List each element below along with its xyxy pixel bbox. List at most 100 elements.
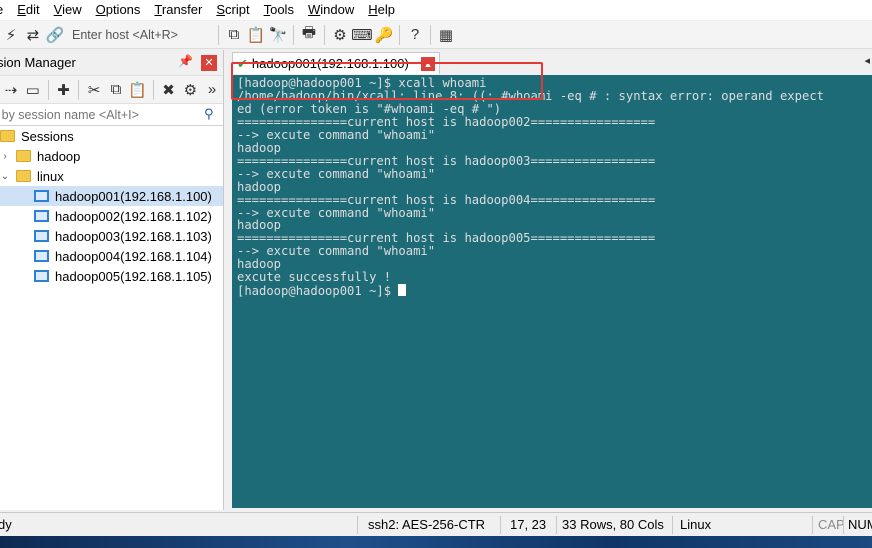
menu-file[interactable]: e [0, 0, 11, 20]
session-filter-input[interactable] [0, 107, 194, 122]
menu-edit[interactable]: Edit [11, 0, 47, 20]
status-divider [812, 516, 813, 534]
desktop-taskbar-strip [0, 536, 872, 548]
menu-script[interactable]: Script [210, 0, 257, 20]
toolbar-divider [399, 24, 400, 45]
menu-window[interactable]: Window [302, 0, 362, 20]
session-filter: ⚲ [0, 104, 223, 126]
add-icon[interactable]: ✚ [53, 79, 75, 101]
sftp-icon[interactable]: ▦ [435, 24, 457, 46]
menu-transfer[interactable]: Transfer [148, 0, 210, 20]
tree-item-label: hadoop002(192.168.1.102) [55, 208, 212, 224]
terminal-line: [hadoop@hadoop001 ~]$ xcall whoami [237, 76, 487, 90]
pin-icon[interactable]: 📌 [178, 54, 193, 68]
folder-icon [16, 150, 31, 162]
status-terminal-type: Linux [680, 517, 712, 532]
status-divider [556, 516, 557, 534]
tree-item-label: Sessions [21, 128, 74, 144]
help-icon[interactable]: ? [404, 24, 426, 46]
toolbar-divider [78, 79, 80, 100]
tab-icon[interactable]: ▭ [22, 79, 44, 101]
overflow-icon[interactable]: » [201, 79, 223, 101]
terminal-cursor [398, 284, 407, 297]
terminal-line: excute successfully ! [237, 270, 392, 285]
terminal-prompt: [hadoop@hadoop001 ~]$ [237, 284, 399, 299]
terminal-screen[interactable]: [hadoop@hadoop001 ~]$ xcall whoami /home… [232, 75, 872, 508]
terminal-line: --> excute command "whoami" [237, 127, 436, 142]
terminal-line: ed (error token is "#whoami -eq # ") [237, 101, 502, 116]
search-icon[interactable]: ⚲ [204, 106, 214, 122]
connected-check-icon: ✔ [237, 55, 248, 71]
toolbar-divider [293, 24, 294, 45]
status-divider [500, 516, 501, 534]
terminal-line: ===============current host is hadoop002… [237, 114, 656, 129]
menu-view[interactable]: View [48, 0, 90, 20]
lightning-icon[interactable]: ⚡ [0, 24, 22, 46]
session-manager-panel: sion Manager 📌 ✕ ⇢ ▭ ✚ ✂ ⧉ 📋 ✖ ⚙ » ⚲ Ses… [0, 50, 224, 510]
menu-tools[interactable]: Tools [258, 0, 302, 20]
copy-icon[interactable]: ⧉ [105, 79, 127, 101]
main-toolbar: ⚡ ⇄ 🔗 Enter host <Alt+R> ⧉ 📋 🔭 🖶 ⚙ ⌨ 🔑 ?… [0, 21, 872, 49]
status-cursor-position: 17, 23 [510, 517, 547, 532]
toolbar-divider [47, 79, 49, 100]
computer-icon [34, 270, 49, 282]
tree-item-label: hadoop [37, 148, 81, 164]
tab-hadoop001[interactable]: ✔ hadoop001(192.168.1.100) ▲ [232, 52, 440, 74]
terminal-line: ===============current host is hadoop004… [237, 192, 656, 207]
toolbar-divider [324, 24, 325, 45]
find-icon[interactable]: 🔭 [267, 24, 289, 46]
session-tab-bar: ✔ hadoop001(192.168.1.100) ▲ ◂ [232, 50, 872, 74]
key-icon[interactable]: 🔑 [373, 24, 395, 46]
menu-options[interactable]: Options [90, 0, 149, 20]
terminal-line: hadoop [237, 140, 282, 155]
tree-item-sessions[interactable]: Sessions [0, 126, 223, 146]
toolbar-divider [430, 24, 431, 45]
chevron-right-icon[interactable]: › [0, 151, 10, 162]
tree-item-label: hadoop003(192.168.1.103) [55, 228, 212, 244]
settings-icon[interactable]: ⚙ [329, 24, 351, 46]
copy-icon[interactable]: ⧉ [223, 24, 245, 46]
tree-item-label: linux [37, 168, 64, 184]
tree-item-label: hadoop005(192.168.1.105) [55, 268, 212, 284]
tab-scroll-left-icon[interactable]: ◂ [864, 54, 870, 67]
menu-bar: e Edit View Options Transfer Script Tool… [0, 0, 872, 20]
paste-icon[interactable]: 📋 [245, 24, 267, 46]
connect-icon[interactable]: ⇢ [0, 79, 22, 101]
tree-item-session[interactable]: hadoop005(192.168.1.105) [0, 266, 223, 286]
tree-item-session[interactable]: hadoop001(192.168.1.100) [0, 186, 223, 206]
terminal-prompt-line: [hadoop@hadoop001 ~]$ [237, 284, 872, 298]
chevron-down-icon[interactable]: ⌄ [0, 171, 10, 182]
tree-item-session[interactable]: hadoop002(192.168.1.102) [0, 206, 223, 226]
terminal-line: --> excute command "whoami" [237, 166, 436, 181]
tree-item-session[interactable]: hadoop003(192.168.1.103) [0, 226, 223, 246]
toolbar-divider [218, 24, 219, 45]
link-icon[interactable]: 🔗 [44, 24, 66, 46]
folder-icon [16, 170, 31, 182]
status-bar: dy ssh2: AES-256-CTR 17, 23 33 Rows, 80 … [0, 512, 872, 536]
session-manager-header: sion Manager 📌 ✕ [0, 50, 223, 76]
tree-item-hadoop[interactable]: › hadoop [0, 146, 223, 166]
tab-label: hadoop001(192.168.1.100) [251, 56, 409, 71]
keymap-icon[interactable]: ⌨ [351, 24, 373, 46]
quick-connect-input[interactable]: Enter host <Alt+R> [66, 28, 214, 42]
session-tree: Sessions › hadoop ⌄ linux hadoop001(192.… [0, 126, 223, 286]
tree-item-session[interactable]: hadoop004(192.168.1.104) [0, 246, 223, 266]
status-divider [843, 516, 844, 534]
menu-help[interactable]: Help [362, 0, 403, 20]
session-manager-toolbar: ⇢ ▭ ✚ ✂ ⧉ 📋 ✖ ⚙ » [0, 76, 223, 104]
close-tab-icon[interactable]: ▲ [421, 57, 435, 71]
reconnect-icon[interactable]: ⇄ [22, 24, 44, 46]
terminal-line: hadoop [237, 179, 282, 194]
tree-item-linux[interactable]: ⌄ linux [0, 166, 223, 186]
session-manager-title: sion Manager [0, 55, 76, 70]
terminal-line: ===============current host is hadoop003… [237, 153, 656, 168]
properties-icon[interactable]: ⚙ [179, 79, 201, 101]
cut-icon[interactable]: ✂ [83, 79, 105, 101]
toolbar-divider [152, 79, 154, 100]
close-icon[interactable]: ✕ [201, 55, 217, 71]
delete-icon[interactable]: ✖ [158, 79, 180, 101]
folder-icon [0, 130, 15, 142]
terminal-line: /home/hadoop/bin/xcall: line 8: ((: #who… [237, 88, 824, 103]
print-icon[interactable]: 🖶 [298, 24, 320, 46]
paste-icon[interactable]: 📋 [127, 79, 149, 101]
